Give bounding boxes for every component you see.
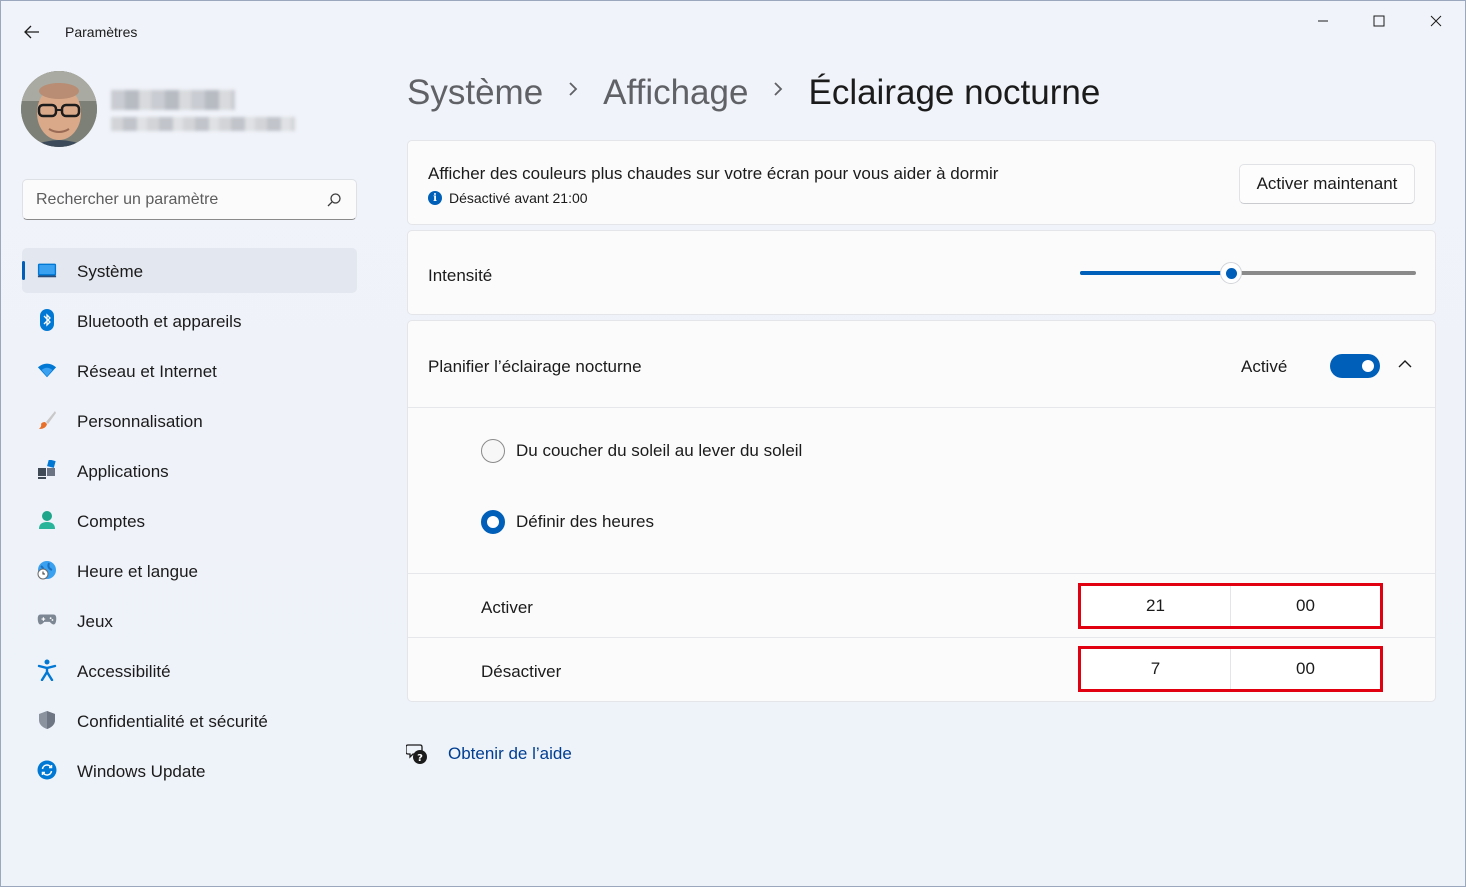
sidebar-item-confidentialite[interactable]: Confidentialité et sécurité [22, 698, 357, 743]
minimize-icon [1318, 20, 1328, 22]
help-chat-icon: ? [406, 744, 427, 764]
paintbrush-icon [37, 410, 57, 430]
sidebar-item-label: Confidentialité et sécurité [77, 712, 268, 731]
on-time-label: Activer [481, 598, 533, 617]
back-arrow-icon [24, 25, 39, 39]
on-time-row: Activer 21 00 [408, 573, 1435, 637]
minimize-button[interactable] [1300, 5, 1346, 37]
sidebar-item-systeme[interactable]: Système [22, 248, 357, 293]
on-minute[interactable]: 00 [1230, 586, 1380, 626]
breadcrumb-affichage[interactable]: Affichage [603, 73, 748, 113]
radio-sunset-sunrise[interactable]: Du coucher du soleil au lever du soleil [481, 439, 802, 463]
chevron-up-icon[interactable] [1394, 353, 1416, 375]
on-hour[interactable]: 21 [1081, 586, 1230, 626]
sidebar-item-label: Bluetooth et appareils [77, 312, 242, 331]
monitor-icon [37, 260, 57, 280]
sidebar-item-jeux[interactable]: Jeux [22, 598, 357, 643]
avatar [21, 71, 97, 147]
user-name-blurred [111, 90, 235, 110]
sidebar-item-label: Réseau et Internet [77, 362, 217, 381]
sidebar-item-applications[interactable]: Applications [22, 448, 357, 493]
help-link-row[interactable]: ? Obtenir de l’aide [406, 743, 572, 765]
schedule-card: Planifier l’éclairage nocturne Activé Du… [407, 320, 1436, 702]
radio-button-checked[interactable] [481, 510, 505, 534]
update-icon [37, 760, 57, 780]
sidebar-item-personnalisation[interactable]: Personnalisation [22, 398, 357, 443]
sidebar-item-label: Windows Update [77, 762, 206, 781]
globe-clock-icon [37, 560, 57, 580]
bluetooth-icon [37, 309, 57, 331]
radio-label: Du coucher du soleil au lever du soleil [516, 441, 803, 460]
title-bar: Paramètres [1, 1, 1465, 45]
sidebar-item-label: Applications [77, 462, 169, 481]
page-title: Éclairage nocturne [808, 73, 1101, 112]
breadcrumb-systeme[interactable]: Système [407, 73, 543, 113]
close-icon [1430, 15, 1442, 27]
sidebar-item-windows-update[interactable]: Windows Update [22, 748, 357, 793]
shield-icon [37, 710, 57, 730]
search-input[interactable] [23, 190, 313, 209]
intensity-label: Intensité [428, 266, 493, 285]
radio-button[interactable] [481, 439, 505, 463]
close-button[interactable] [1413, 5, 1459, 37]
schedule-toggle[interactable] [1330, 354, 1380, 378]
sidebar-item-label: Comptes [77, 512, 146, 531]
activate-now-button[interactable]: Activer maintenant [1239, 164, 1415, 204]
sidebar-item-reseau[interactable]: Réseau et Internet [22, 348, 357, 393]
night-light-card: Afficher des couleurs plus chaudes sur v… [407, 140, 1436, 225]
back-button[interactable] [15, 15, 49, 49]
chevron-right-icon [772, 78, 784, 104]
chevron-right-icon [567, 78, 579, 104]
off-time-picker[interactable]: 7 00 [1078, 646, 1383, 692]
schedule-label: Planifier l’éclairage nocturne [428, 357, 642, 376]
person-icon [37, 510, 57, 530]
apps-icon [37, 460, 57, 480]
sidebar-item-label: Système [77, 262, 144, 281]
sidebar-item-label: Heure et langue [77, 562, 198, 581]
schedule-header[interactable]: Planifier l’éclairage nocturne Activé [408, 321, 1435, 408]
svg-text:?: ? [417, 753, 423, 764]
off-time-row: Désactiver 7 00 [408, 637, 1435, 701]
breadcrumb: Système Affichage Éclairage nocturne [407, 73, 1100, 113]
maximize-button[interactable] [1356, 5, 1402, 37]
radio-set-hours[interactable]: Définir des heures [481, 510, 654, 534]
app-title: Paramètres [65, 24, 138, 40]
slider-fill [1080, 271, 1232, 275]
sidebar-item-label: Jeux [77, 612, 113, 631]
intensity-slider[interactable] [1080, 261, 1416, 285]
sidebar-nav: Système Bluetooth et appareils Réseau et… [22, 248, 357, 798]
active-indicator [22, 261, 25, 280]
user-email-blurred [111, 117, 295, 131]
sidebar-item-bluetooth[interactable]: Bluetooth et appareils [22, 298, 357, 343]
on-time-picker[interactable]: 21 00 [1078, 583, 1383, 629]
sidebar-item-label: Accessibilité [77, 662, 171, 681]
sidebar-item-heure-langue[interactable]: Heure et langue [22, 548, 357, 593]
status-text: Désactivé avant 21:00 [449, 190, 588, 206]
slider-thumb[interactable] [1220, 262, 1243, 284]
wifi-icon [37, 360, 57, 380]
accessibility-icon [37, 659, 57, 681]
help-link[interactable]: Obtenir de l’aide [448, 744, 572, 764]
night-light-status: i Désactivé avant 21:00 [428, 190, 588, 206]
sidebar-item-comptes[interactable]: Comptes [22, 498, 357, 543]
off-minute[interactable]: 00 [1230, 649, 1380, 689]
search-box[interactable] [22, 179, 357, 220]
info-icon: i [428, 191, 442, 205]
gamepad-icon [37, 610, 57, 630]
radio-label: Définir des heures [516, 512, 654, 531]
maximize-icon [1373, 15, 1385, 27]
intensity-card: Intensité [407, 230, 1436, 315]
off-time-label: Désactiver [481, 662, 562, 681]
off-hour[interactable]: 7 [1081, 649, 1230, 689]
sidebar-item-label: Personnalisation [77, 412, 203, 431]
schedule-state: Activé [1241, 357, 1288, 376]
settings-window: Paramètres Rechercher un paramètre Systè… [0, 0, 1466, 887]
night-light-description: Afficher des couleurs plus chaudes sur v… [428, 164, 999, 183]
search-icon[interactable] [325, 191, 343, 209]
sidebar-item-accessibilite[interactable]: Accessibilité [22, 648, 357, 693]
